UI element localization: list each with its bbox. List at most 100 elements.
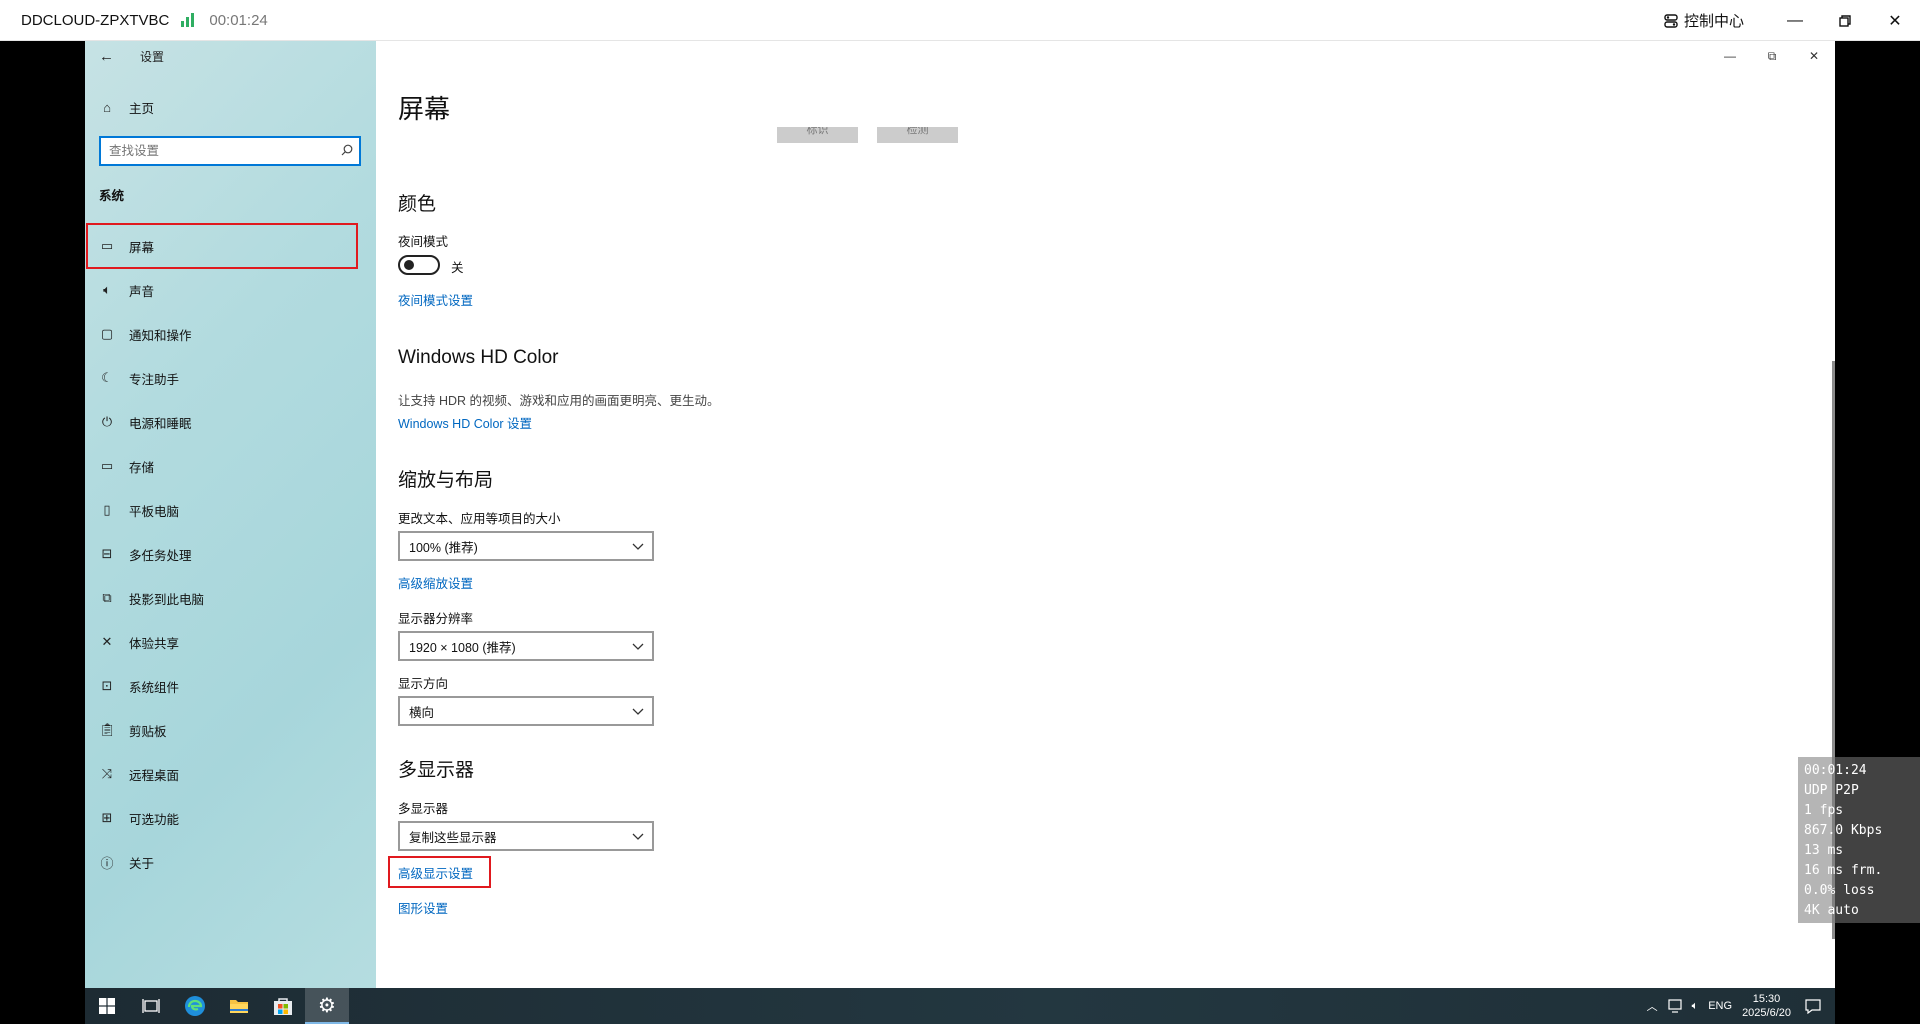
gear-icon: ⚙	[318, 994, 336, 1017]
session-timer: 00:01:24	[209, 11, 268, 29]
resolution-value: 1920 × 1080 (推荐)	[409, 640, 516, 655]
sidebar-item-project[interactable]: ⧉ 投影到此电脑	[85, 580, 376, 616]
stream-stats-overlay: 00:01:24 UDP P2P 1 fps 867.0 Kbps 13 ms …	[1798, 757, 1920, 923]
notification-center-icon[interactable]	[1805, 998, 1821, 1014]
volume-icon[interactable]: 🔈︎	[1692, 1000, 1699, 1013]
sidebar-item-components[interactable]: ⊡ 系统组件	[85, 668, 376, 704]
task-view-icon	[142, 999, 160, 1013]
close-button[interactable]: ✕	[1793, 41, 1835, 71]
settings-taskbar-button[interactable]: ⚙	[305, 988, 349, 1024]
resolution-dropdown[interactable]: 1920 × 1080 (推荐)	[398, 631, 654, 661]
chevron-up-icon[interactable]: ︿	[1647, 998, 1658, 1014]
scale-dropdown[interactable]: 100% (推荐)	[398, 531, 654, 561]
close-icon: ✕	[1808, 49, 1820, 63]
clock[interactable]: 15:30 2025/6/20	[1742, 992, 1791, 1020]
sidebar-item-label: 体验共享	[129, 636, 180, 651]
stats-line: 0.0% loss	[1804, 883, 1875, 898]
sidebar-item-display[interactable]: ▭ 屏幕	[85, 228, 376, 264]
sidebar-item-storage[interactable]: ▭ 存储	[85, 448, 376, 484]
orientation-dropdown[interactable]: 横向	[398, 696, 654, 726]
stats-line: 867.0 Kbps	[1804, 823, 1883, 838]
back-arrow-icon[interactable]: ←	[99, 48, 119, 65]
moon-icon: ☾	[101, 370, 113, 385]
scale-layout-heading: 缩放与布局	[398, 470, 494, 491]
page-title: 屏幕	[398, 94, 451, 124]
stats-line: 4K auto	[1804, 903, 1859, 918]
search-input-box[interactable]	[99, 136, 361, 166]
identify-button[interactable]: 标识	[777, 127, 858, 143]
network-icon[interactable]	[1668, 999, 1684, 1013]
multi-display-dropdown[interactable]: 复制这些显示器	[398, 821, 654, 851]
components-icon: ⊡	[101, 678, 113, 693]
store-button[interactable]	[261, 988, 305, 1024]
settings-app-title: 设置	[140, 49, 165, 64]
edge-browser-button[interactable]	[173, 988, 217, 1024]
sidebar-item-remote-desktop[interactable]: ⤨ 远程桌面	[85, 756, 376, 792]
chevron-down-icon	[632, 833, 644, 840]
restore-icon: ⧉	[1767, 48, 1777, 63]
sidebar-item-label: 存储	[129, 460, 155, 475]
graphics-settings-link[interactable]: 图形设置	[398, 898, 448, 917]
hdr-description: 让支持 HDR 的视频、游戏和应用的画面更明亮、更生动。	[398, 394, 720, 408]
hdr-heading: Windows HD Color	[398, 347, 559, 368]
settings-sidebar: ← 设置 ⌂ 主页 系统 ▭ 屏幕 🔈︎ 声音 ▢ 通知和操作 ☾ 专注助手	[85, 41, 376, 988]
task-view-button[interactable]	[129, 988, 173, 1024]
minimize-button[interactable]: —	[1709, 41, 1751, 71]
client-close-button[interactable]: ✕	[1870, 0, 1920, 41]
resolution-label: 显示器分辨率	[398, 612, 474, 626]
chevron-down-icon	[632, 708, 644, 715]
multi-display-value: 复制这些显示器	[409, 830, 497, 845]
hdr-settings-link[interactable]: Windows HD Color 设置	[398, 413, 532, 432]
remote-desktop-icon: ⤨	[101, 766, 113, 781]
sidebar-item-label: 多任务处理	[129, 548, 192, 563]
clipboard-icon: 📋︎	[99, 722, 116, 737]
info-icon: ⓘ	[100, 855, 114, 871]
control-center-button[interactable]: 控制中心	[1664, 10, 1744, 31]
client-restore-button[interactable]	[1820, 0, 1870, 41]
minimize-icon: —	[1787, 11, 1803, 29]
sidebar-item-notifications[interactable]: ▢ 通知和操作	[85, 316, 376, 352]
stats-line: 1 fps	[1804, 803, 1844, 818]
settings-header: ← 设置	[85, 41, 376, 71]
home-icon: ⌂	[103, 99, 111, 115]
sidebar-item-about[interactable]: ⓘ 关于	[85, 844, 376, 880]
sidebar-item-label: 屏幕	[129, 240, 155, 255]
night-mode-settings-link[interactable]: 夜间模式设置	[398, 290, 473, 309]
advanced-scaling-link[interactable]: 高级缩放设置	[398, 573, 473, 592]
restore-icon	[1839, 14, 1851, 27]
language-indicator[interactable]: ENG	[1708, 1000, 1732, 1012]
sidebar-item-shared[interactable]: ✕ 体验共享	[85, 624, 376, 660]
sidebar-item-tablet[interactable]: ▯ 平板电脑	[85, 492, 376, 528]
file-explorer-button[interactable]	[217, 988, 261, 1024]
stats-line: 00:01:24	[1804, 763, 1867, 778]
monitor-icon: ▭	[100, 238, 114, 253]
notification-icon: ▢	[100, 326, 114, 341]
start-button[interactable]	[85, 988, 129, 1024]
detect-button[interactable]: 检测	[877, 127, 958, 143]
edge-icon	[185, 996, 205, 1016]
client-minimize-button[interactable]: —	[1770, 0, 1820, 41]
multitask-icon: ⊟	[101, 546, 113, 561]
sidebar-item-multitasking[interactable]: ⊟ 多任务处理	[85, 536, 376, 572]
sidebar-item-label: 远程桌面	[129, 768, 180, 783]
sidebar-item-home[interactable]: ⌂ 主页	[85, 89, 376, 125]
sidebar-item-power[interactable]: ⏻ 电源和睡眠	[85, 404, 376, 440]
maximize-button[interactable]: ⧉	[1751, 41, 1793, 71]
speaker-icon: 🔈︎	[103, 282, 111, 297]
night-mode-toggle[interactable]	[398, 255, 440, 275]
sidebar-item-sound[interactable]: 🔈︎ 声音	[85, 272, 376, 308]
chevron-down-icon	[632, 543, 644, 550]
window-controls: — ⧉ ✕	[1709, 41, 1835, 71]
scale-value: 100% (推荐)	[409, 540, 478, 555]
chevron-down-icon	[632, 643, 644, 650]
sidebar-item-optional-features[interactable]: ⊞ 可选功能	[85, 800, 376, 836]
advanced-display-settings-link[interactable]: 高级显示设置	[398, 863, 473, 882]
toggle-knob	[404, 260, 414, 270]
sidebar-item-label: 主页	[129, 101, 155, 116]
orientation-label: 显示方向	[398, 677, 449, 691]
search-input[interactable]	[101, 144, 331, 158]
sidebar-item-clipboard[interactable]: 📋︎ 剪贴板	[85, 712, 376, 748]
stats-line: 16 ms frm.	[1804, 863, 1883, 878]
sidebar-item-focus-assist[interactable]: ☾ 专注助手	[85, 360, 376, 396]
signal-strength-icon	[181, 13, 195, 27]
